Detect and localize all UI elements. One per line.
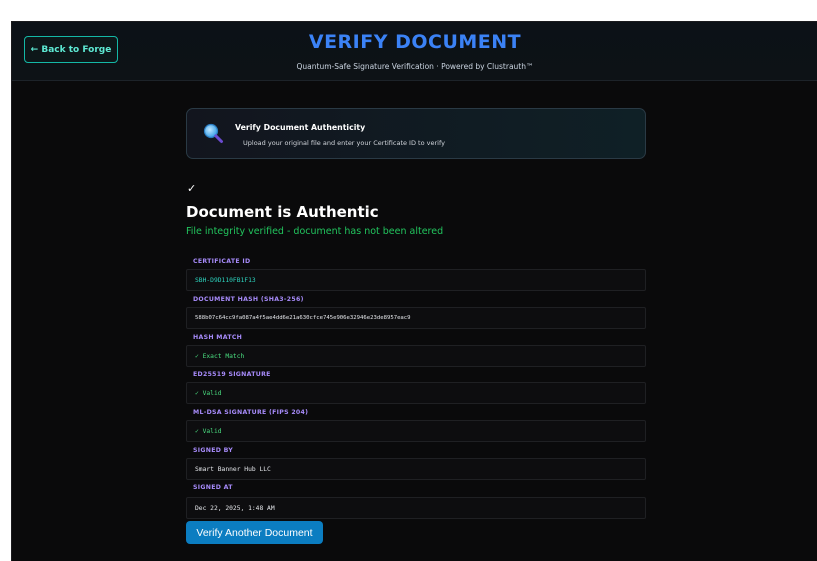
ml-dsa-signature-label: ML-DSA SIGNATURE (FIPS 204) bbox=[193, 409, 309, 416]
ml-dsa-signature-value: ✓ Valid bbox=[186, 420, 646, 442]
result-title: Document is Authentic bbox=[186, 203, 379, 221]
certificate-id-value: SBH-D9D110FB1F13 bbox=[186, 269, 646, 291]
magnifier-icon bbox=[203, 123, 223, 143]
check-icon: ✓ bbox=[187, 182, 197, 195]
signed-by-label: SIGNED BY bbox=[193, 447, 234, 454]
page-subtitle: Quantum-Safe Signature Verification · Po… bbox=[296, 62, 534, 71]
signed-by-value: Smart Banner Hub LLC bbox=[186, 458, 646, 480]
ed25519-signature-label: ED25519 SIGNATURE bbox=[193, 371, 271, 378]
document-hash-value: 588b07c64cc9fa087a4f5ae4dd6e21a630cfce74… bbox=[186, 307, 646, 329]
certificate-id-label: CERTIFICATE ID bbox=[193, 258, 251, 265]
browser-frame: ← Back to Forge VERIFY DOCUMENT Quantum-… bbox=[0, 0, 817, 561]
signed-at-value: Dec 22, 2025, 1:48 AM bbox=[186, 497, 646, 519]
result-subtitle: File integrity verified - document has n… bbox=[186, 226, 444, 237]
card-subtitle: Upload your original file and enter your… bbox=[243, 139, 445, 147]
page-title: VERIFY DOCUMENT bbox=[308, 31, 522, 53]
app-window: ← Back to Forge VERIFY DOCUMENT Quantum-… bbox=[11, 21, 817, 561]
page-header: ← Back to Forge VERIFY DOCUMENT Quantum-… bbox=[12, 22, 817, 81]
ed25519-signature-value: ✓ Valid bbox=[186, 382, 646, 404]
hash-match-label: HASH MATCH bbox=[193, 334, 243, 341]
verify-another-button[interactable]: Verify Another Document bbox=[186, 521, 323, 544]
document-hash-label: DOCUMENT HASH (SHA3-256) bbox=[193, 296, 304, 303]
verify-info-card: Verify Document Authenticity Upload your… bbox=[186, 108, 646, 159]
signed-at-label: SIGNED AT bbox=[193, 484, 233, 491]
card-title: Verify Document Authenticity bbox=[235, 123, 366, 132]
hash-match-value: ✓ Exact Match bbox=[186, 345, 646, 367]
